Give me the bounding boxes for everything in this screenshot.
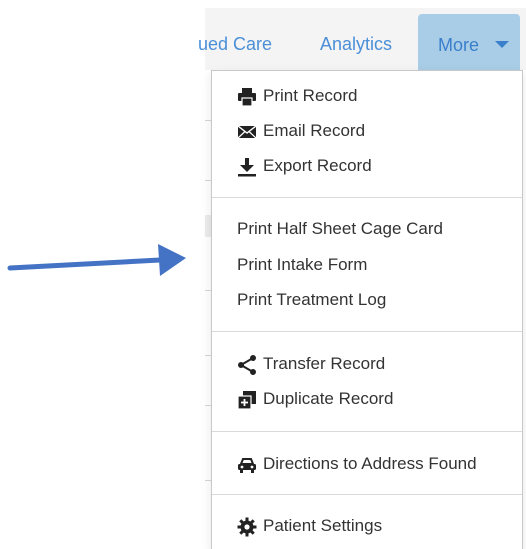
annotation-arrow xyxy=(7,244,186,276)
